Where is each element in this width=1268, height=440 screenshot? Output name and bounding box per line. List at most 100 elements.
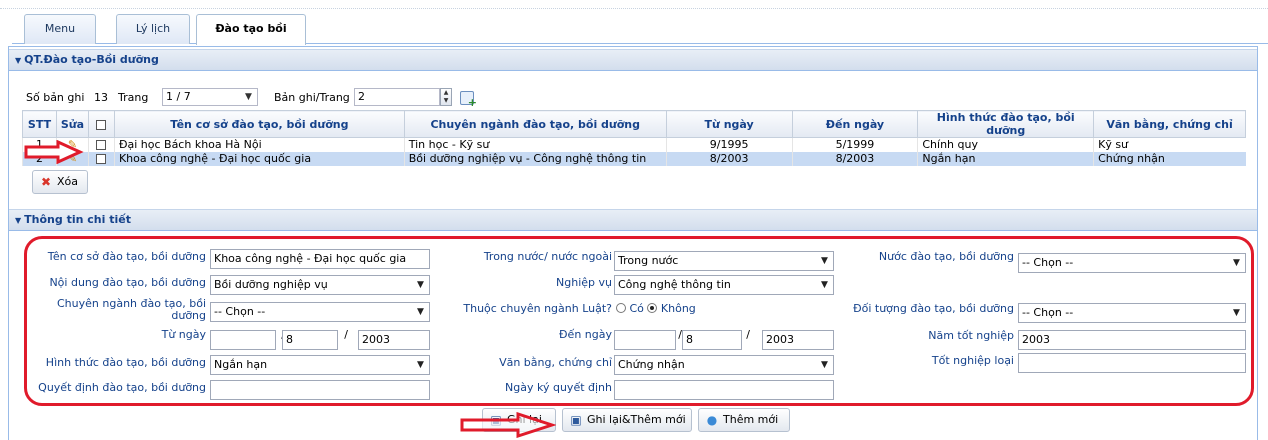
page-value: 1 / 7 (166, 90, 191, 103)
label-hinh-thuc: Hình thức đào tạo, bồi dưỡng (45, 356, 206, 369)
label-chuyen-nganh: Chuyên ngành đào tạo, bồi dưỡng (30, 298, 206, 322)
section-header-qt-dao-tao[interactable]: ▼ QT.Đào tạo-Bồi dưỡng (9, 49, 1257, 71)
label-trong-nuoc: Trong nước/ nước ngoài (483, 250, 612, 263)
add-new-label: Thêm mới (723, 413, 779, 426)
label-tu-ngay: Từ ngày (161, 328, 206, 341)
select-nghiep-vu[interactable]: Công nghệ thông tin ▼ (614, 275, 834, 295)
select-all-checkbox[interactable] (96, 119, 107, 130)
tab-ly-lich[interactable]: Lý lịch (116, 14, 190, 44)
label-line: dưỡng (171, 309, 206, 322)
value: Ngắn hạn (214, 358, 268, 371)
select-cell[interactable] (87, 151, 115, 166)
delete-button[interactable]: ✖ Xóa (32, 170, 88, 194)
chevron-down-icon[interactable]: ▼ (1228, 304, 1245, 322)
add-page-icon[interactable] (460, 91, 477, 109)
col-stt[interactable]: STT (22, 110, 57, 138)
cell-den-ngay: 5/1999 (791, 137, 918, 152)
input-tu-ngay-year[interactable]: 2003 (358, 330, 430, 350)
tab-menu[interactable]: Menu (24, 14, 96, 44)
value: Bồi dưỡng nghiệp vụ (214, 278, 328, 291)
select-doi-tuong[interactable]: -- Chọn -- ▼ (1018, 303, 1246, 323)
annotation-arrow-icon (460, 412, 556, 438)
input-den-ngay-day[interactable] (614, 330, 676, 350)
per-page-input[interactable]: 2 (354, 88, 440, 106)
record-count-label: Số bản ghi (26, 91, 85, 104)
select-van-bang[interactable]: Chứng nhận ▼ (614, 355, 834, 375)
row-checkbox[interactable] (96, 140, 107, 151)
chevron-down-icon[interactable]: ▼ (816, 276, 833, 294)
select-nuoc-dao-tao[interactable]: -- Chọn -- ▼ (1018, 253, 1246, 273)
add-new-button[interactable]: ● Thêm mới (698, 408, 790, 432)
col-van-bang[interactable]: Văn bằng, chứng chỉ (1093, 110, 1246, 138)
select-hinh-thuc[interactable]: Ngắn hạn ▼ (210, 355, 430, 375)
spinner-icon[interactable]: ▲ ▼ (440, 88, 452, 106)
input-quyet-dinh[interactable] (210, 380, 430, 400)
value: Trong nước (618, 254, 679, 267)
input-tot-nghiep-loai[interactable] (1018, 353, 1246, 373)
col-den-ngay[interactable]: Đến ngày (791, 110, 919, 138)
label-nam-tot-nghiep: Năm tốt nghiệp (928, 329, 1014, 342)
select-noi-dung[interactable]: Bồi dưỡng nghiệp vụ ▼ (210, 275, 430, 295)
col-ten-co-so[interactable]: Tên cơ sở đào tạo, bồi dưỡng (113, 110, 405, 138)
radio-label-co: Có (629, 302, 644, 315)
grid-header-row: STT Sửa Tên cơ sở đào tạo, bồi dưỡng Chu… (22, 110, 1246, 138)
col-tu-ngay[interactable]: Từ ngày (665, 110, 793, 138)
per-page-label: Bản ghi/Trang (274, 91, 350, 104)
collapse-triangle-icon[interactable]: ▼ (15, 51, 21, 71)
row-checkbox[interactable] (96, 154, 107, 164)
cell-van-bang: Chứng nhận (1093, 151, 1246, 166)
section-header-thong-tin-chi-tiet[interactable]: ▼ Thông tin chi tiết (9, 209, 1257, 231)
col-select-all[interactable] (87, 110, 115, 138)
per-page-value: 2 (358, 90, 365, 103)
label-nuoc-dao-tao: Nước đào tạo, bồi dưỡng (878, 250, 1014, 263)
input-den-ngay-year[interactable]: 2003 (762, 330, 834, 350)
top-divider (0, 8, 1268, 9)
chevron-down-icon[interactable]: ▼ (1228, 254, 1245, 272)
label-ten-co-so: Tên cơ sở đào tạo, bồi dưỡng (47, 250, 206, 263)
select-chuyen-nganh[interactable]: -- Chọn -- ▼ (210, 302, 430, 322)
save-and-new-button[interactable]: ▣ Ghi lại&Thêm mới (562, 408, 692, 432)
tab-dao-tao-boi-duong[interactable]: Đào tạo bồi dưỡng (196, 14, 306, 63)
radio-co[interactable] (616, 303, 626, 313)
input-den-ngay-month[interactable]: 8 (682, 330, 742, 350)
value: Chứng nhận (618, 358, 685, 371)
input-ngay-ky[interactable] (614, 380, 834, 400)
col-sua[interactable]: Sửa (55, 110, 89, 138)
value: -- Chọn -- (1022, 256, 1074, 269)
date-separator: / (746, 328, 750, 341)
cell-ten-co-so: Khoa công nghệ - Đại học quốc gia (113, 151, 405, 166)
label-van-bang: Văn bằng, chứng chỉ (499, 356, 612, 369)
save-new-label: Ghi lại&Thêm mới (587, 413, 686, 426)
label-ngay-ky: Ngày ký quyết định (505, 381, 612, 394)
chevron-down-icon[interactable]: ▼ (412, 356, 429, 374)
radio-label-khong: Không (660, 302, 696, 315)
input-tu-ngay-day[interactable] (210, 330, 276, 350)
delete-label: Xóa (57, 175, 79, 188)
chevron-down-icon[interactable]: ▼ (412, 276, 429, 294)
chevron-down-icon[interactable]: ▼ (816, 252, 833, 270)
chevron-down-icon[interactable]: ▼ (816, 356, 833, 374)
cell-chuyen-nganh: Tin học - Kỹ sư (403, 137, 667, 152)
col-hinh-thuc[interactable]: Hình thức đào tạo, bồi dưỡng (917, 110, 1095, 138)
table-row[interactable]: 1 ✎ Đại học Bách khoa Hà Nội Tin học - K… (22, 137, 1246, 152)
value: 8 (286, 333, 293, 346)
tab-bar: Menu Lý lịch Đào tạo bồi dưỡng (12, 14, 1268, 63)
table-row-selected[interactable]: 2 ✎ Khoa công nghệ - Đại học quốc gia Bồ… (22, 151, 1246, 166)
input-tu-ngay-month[interactable]: 8 (282, 330, 338, 350)
annotation-arrow-icon (24, 140, 84, 164)
select-cell[interactable] (87, 137, 115, 152)
training-grid: STT Sửa Tên cơ sở đào tạo, bồi dưỡng Chu… (22, 110, 1246, 166)
col-chuyen-nganh[interactable]: Chuyên ngành đào tạo, bồi dưỡng (403, 110, 667, 138)
input-ten-co-so[interactable]: Khoa công nghệ - Đại học quốc gia (210, 249, 430, 269)
chevron-down-icon[interactable]: ▼ (412, 303, 429, 321)
date-separator: / (344, 328, 348, 341)
input-nam-tot-nghiep[interactable]: 2003 (1018, 330, 1246, 350)
value: 2003 (766, 333, 794, 346)
chevron-down-icon[interactable]: ▼ (240, 89, 257, 105)
label-quyet-dinh: Quyết định đào tạo, bồi dưỡng (38, 381, 206, 394)
page-select[interactable]: 1 / 7 ▼ (162, 88, 258, 106)
section-title: Thông tin chi tiết (24, 213, 131, 226)
radio-khong[interactable] (647, 303, 658, 313)
collapse-triangle-icon[interactable]: ▼ (15, 211, 21, 231)
select-trong-nuoc[interactable]: Trong nước ▼ (614, 251, 834, 271)
